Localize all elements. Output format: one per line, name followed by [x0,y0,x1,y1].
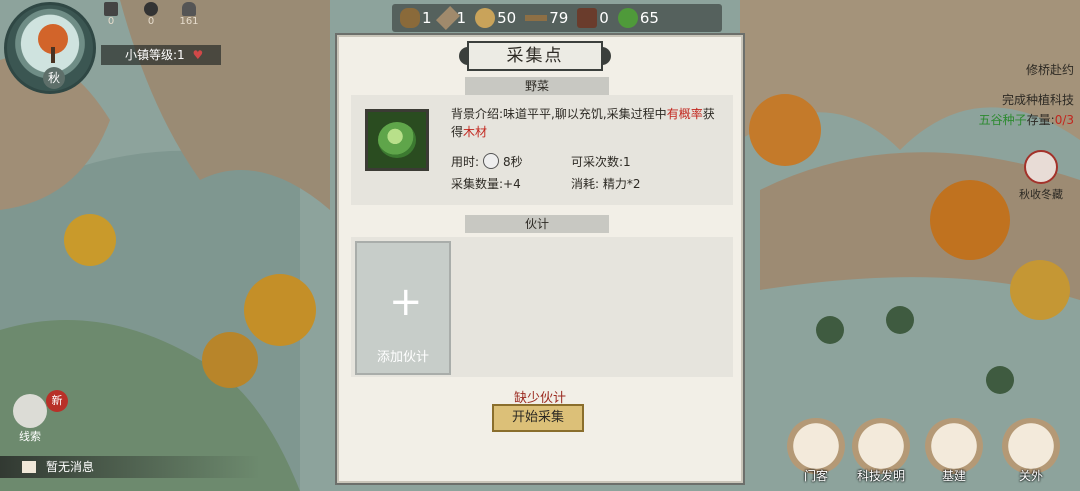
add-partner-label: 添加伙计 [376,350,429,365]
town-level-label: 小镇等级:1 [125,48,185,62]
town-level[interactable]: 小镇等级:1 ♥ [101,45,221,65]
autumn-tree-icon [38,24,68,63]
message-text: 暂无消息 [46,460,95,474]
autumn-harvest-button[interactable]: 秋收冬藏 [1017,150,1065,201]
coin-value: 0 [107,16,115,27]
description-text: 背景介绍:味道平平,聊以充饥,采集过程中 [451,107,667,121]
resource-cabbage-value: 65 [639,9,659,27]
start-gather-button[interactable]: 开始采集 [492,404,584,432]
item-info-panel: 背景介绍:味道平平,聊以充饥,采集过程中有概率获得木材 用时: 8秒 可采次数:1… [351,95,733,205]
time-value: 8秒 [503,155,523,169]
invention-icon [851,418,911,474]
coin-icon [104,2,118,16]
herb-icon [475,8,496,28]
mail-icon [22,461,36,473]
gather-count: 采集数量:+4 [451,177,521,191]
silver-ingot-icon [182,2,196,16]
section-wild-vegetable: 野菜 [465,77,609,95]
copper-icon [144,2,158,16]
copper-value: 0 [147,16,155,27]
quest-item-name: 五谷种子 [978,113,1027,127]
silver-value: 161 [179,16,199,27]
ore-icon [577,8,598,28]
clock-icon [483,153,500,169]
resource-tool-value: 1 [456,9,467,27]
message-bar[interactable]: 暂无消息 [0,456,260,478]
resource-wood-value: 1 [422,9,432,27]
building-icon [924,418,984,474]
nav-outside[interactable]: 关外 [997,418,1065,488]
cost-label: 消耗: [571,177,600,191]
partner-panel: + 添加伙计 [351,237,733,377]
resource-cabbage: 65 [617,8,659,28]
season-dial[interactable]: 秋 [4,2,96,94]
silver-resource: 161 [178,2,200,27]
heart-icon: ♥ [192,48,204,62]
resource-herb: 50 [475,8,516,28]
resource-ore: 0 [577,8,609,28]
season-label: 秋 [43,67,65,89]
resource-branch-value: 79 [549,9,569,27]
quest-stock-label: 存量: [1026,113,1055,127]
nav-construction[interactable]: 基建 [920,418,988,488]
plus-icon: + [389,279,423,325]
wood-log-icon [400,8,420,28]
wild-vegetable-icon [365,109,429,171]
add-partner-slot[interactable]: + 添加伙计 [355,241,451,375]
resource-branch: 79 [525,9,568,27]
quest-stock-value: 0/3 [1054,113,1074,127]
copper-resource: 0 [140,2,162,27]
resource-wood: 1 [400,8,432,28]
coin-resource: 0 [100,2,122,27]
sunset-icon [1001,418,1061,474]
time-row: 用时: 8秒 [451,153,523,170]
nav-technology[interactable]: 科技发明 [847,418,915,488]
quest-tracker[interactable]: 修桥赴约 完成种植科技 五谷种子存量:0/3 [904,60,1074,130]
cabbage-icon [617,8,638,28]
description-probability: 有概率 [666,107,703,121]
clue-button[interactable]: 线索 新 [6,390,68,443]
new-badge: 新 [46,390,68,412]
resource-tool: 1 [435,5,467,31]
harvest-icon [1024,150,1058,184]
resource-bar: 1 1 50 79 0 65 [392,4,722,32]
nav-guests-label: 门客 [803,469,828,483]
quest-line2: 五谷种子存量:0/3 [904,110,1074,130]
nav-construction-label: 基建 [941,469,966,483]
nav-outside-label: 关外 [1018,469,1043,483]
scroll-icon [786,418,846,474]
description-wood: 木材 [463,125,488,139]
gather-dialog: 采集点 野菜 背景介绍:味道平平,聊以充饥,采集过程中有概率获得木材 用时: 8秒… [335,33,745,485]
resource-herb-value: 50 [497,9,517,27]
autumn-harvest-label: 秋收冬藏 [1019,188,1063,201]
clue-label: 线索 [19,430,41,443]
magnifier-icon [13,394,47,428]
cost-row: 消耗: 精力*2 [571,175,641,192]
item-description: 背景介绍:味道平平,聊以充饥,采集过程中有概率获得木材 [451,105,723,141]
time-label: 用时: [451,155,480,169]
cost-value: 精力*2 [602,177,641,191]
nav-guests[interactable]: 门客 [782,418,850,488]
cabbage-icon [378,122,416,158]
resource-ore-value: 0 [599,9,609,27]
branch-icon [525,15,548,21]
quest-line1: 完成种植科技 [1001,93,1074,107]
nav-technology-label: 科技发明 [856,469,905,483]
section-partner: 伙计 [465,215,609,233]
dialog-title: 采集点 [459,41,611,71]
quest-title: 修桥赴约 [1025,63,1074,77]
times-available: 可采次数:1 [571,155,631,169]
